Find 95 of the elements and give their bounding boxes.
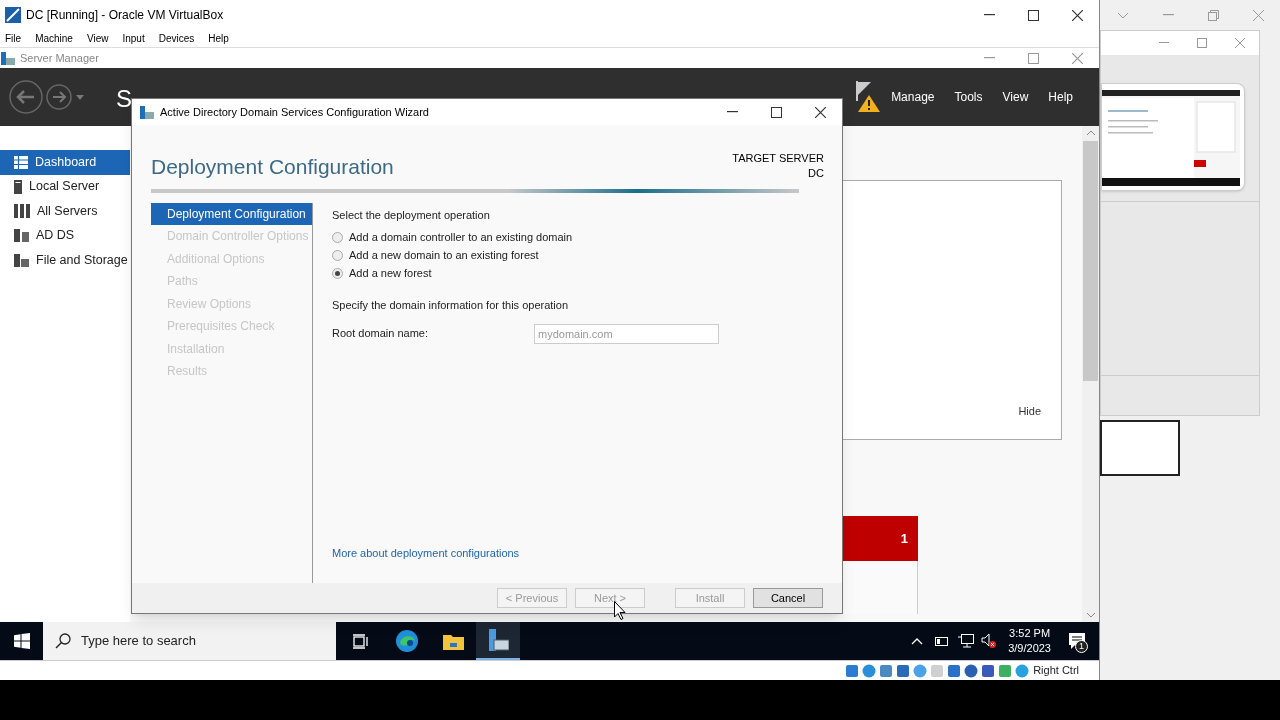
nav-item[interactable]: Local Server (0, 174, 130, 199)
option-label: Add a domain controller to an existing domain (349, 229, 573, 245)
chevron-down-icon[interactable] (1117, 11, 1129, 19)
maximize-icon[interactable] (1197, 38, 1207, 48)
page-heading: Deployment Configuration (151, 154, 394, 180)
scrollbar[interactable] (1082, 126, 1099, 622)
speaker-muted-icon[interactable] (981, 634, 997, 648)
forward-icon[interactable] (46, 84, 72, 110)
device-status-icon[interactable] (896, 663, 911, 678)
browser-icon (396, 630, 418, 652)
window-title: Active Directory Domain Services Configuration Wizard (160, 104, 429, 120)
window-title: DC [Running] - Oracle VM VirtualBox (26, 7, 224, 24)
header-menu-item[interactable]: Tools (954, 88, 983, 106)
back-icon[interactable] (9, 80, 43, 114)
device-status-icon[interactable] (913, 663, 928, 678)
nav-item[interactable]: All Servers (0, 199, 130, 224)
chevron-up-icon[interactable] (911, 637, 924, 645)
search-box[interactable]: Type here to search (43, 622, 336, 660)
close-icon (1071, 52, 1083, 64)
device-status-icon[interactable] (845, 663, 860, 678)
breadcrumb: S (116, 84, 132, 114)
folder-icon (442, 632, 464, 650)
close-icon (1071, 9, 1083, 21)
close-icon[interactable] (1235, 38, 1245, 48)
option-label: Add a new domain to an existing forest (349, 247, 539, 263)
radio-button[interactable] (332, 249, 343, 261)
maximize-icon (1027, 9, 1039, 21)
clock-time: 3:52 PM (1009, 626, 1051, 641)
server-manager-icon (140, 105, 154, 119)
restore-icon[interactable] (1208, 9, 1219, 21)
server-manager-icon (487, 629, 509, 651)
close-icon (814, 106, 826, 118)
virtualbox-icon (5, 7, 21, 23)
maximize-icon (770, 106, 782, 118)
minimize-icon[interactable] (1163, 14, 1174, 16)
nav-item[interactable]: File and Storage (0, 248, 130, 273)
close-icon[interactable] (1253, 9, 1264, 21)
device-status-icon[interactable] (964, 663, 979, 678)
search-icon (55, 633, 71, 649)
minimize-icon (726, 111, 738, 113)
device-status-icon[interactable] (981, 663, 996, 678)
menu-item[interactable]: Help (201, 31, 236, 46)
maximize-icon (1027, 52, 1039, 64)
menu-item[interactable]: Devices (151, 31, 202, 46)
option-label: Add a new forest (349, 265, 432, 281)
nav-item[interactable]: Dashboard (0, 150, 130, 175)
nav-item[interactable]: AD DS (0, 223, 130, 248)
grid-icon (14, 155, 28, 169)
wizard-button[interactable]: Cancel (753, 588, 823, 608)
header-menu-item[interactable]: Manage (891, 88, 935, 106)
scroll-up-icon[interactable] (1086, 130, 1095, 135)
root-domain-field[interactable]: mydomain.com (534, 323, 719, 344)
domain-prompt: Specify the domain information for this operation (332, 298, 570, 313)
operation-prompt: Select the deployment operation (332, 207, 491, 223)
windows-icon (13, 633, 30, 649)
window-title: Server Manager (20, 50, 99, 66)
device-status-icon[interactable] (947, 663, 962, 678)
menu-item[interactable]: View (79, 31, 116, 46)
header-menu-item[interactable]: View (1002, 88, 1029, 106)
search-placeholder: Type here to search (81, 632, 196, 651)
tile-count: 1 (900, 529, 908, 548)
radio-button[interactable] (332, 267, 343, 279)
device-status-icon[interactable] (879, 663, 894, 678)
help-link[interactable]: More about deployment configurations (332, 544, 520, 561)
scroll-down-icon[interactable] (1086, 613, 1095, 618)
hide-button[interactable]: Hide (1018, 402, 1041, 419)
header-menu-item[interactable]: Help (1048, 88, 1073, 106)
wizard-step[interactable]: Deployment Configuration (151, 202, 312, 225)
servers-icon (14, 204, 30, 219)
dropdown-icon[interactable] (76, 94, 84, 100)
host-key-label: Right Ctrl (1033, 663, 1079, 679)
minimize-icon (983, 14, 995, 16)
flag-warning-icon[interactable] (855, 81, 882, 113)
server-icon (14, 179, 22, 194)
directory-icon (14, 229, 29, 243)
device-status-icon[interactable] (1015, 663, 1030, 678)
menu-item[interactable]: Machine (28, 31, 80, 46)
task-view-icon (353, 633, 369, 649)
minimize-icon[interactable] (1159, 42, 1169, 44)
device-status-icon[interactable] (862, 663, 877, 678)
target-server-name: DC (808, 166, 824, 181)
minimize-icon (983, 57, 995, 59)
field-label: Root domain name: (332, 326, 429, 342)
radio-button[interactable] (332, 231, 343, 243)
device-status-icon[interactable] (998, 663, 1013, 678)
notification-badge: 1 (1075, 640, 1088, 653)
target-server-label: TARGET SERVER (732, 151, 824, 166)
clock-date: 3/9/2023 (1008, 641, 1051, 656)
battery-icon[interactable] (935, 636, 950, 646)
server-manager-taskbar-button[interactable] (476, 622, 520, 660)
network-icon[interactable] (958, 634, 975, 648)
storage-icon (14, 253, 29, 267)
menu-item[interactable]: File (5, 31, 29, 46)
server-manager-icon (1, 51, 15, 65)
menu-item[interactable]: Input (115, 31, 152, 46)
